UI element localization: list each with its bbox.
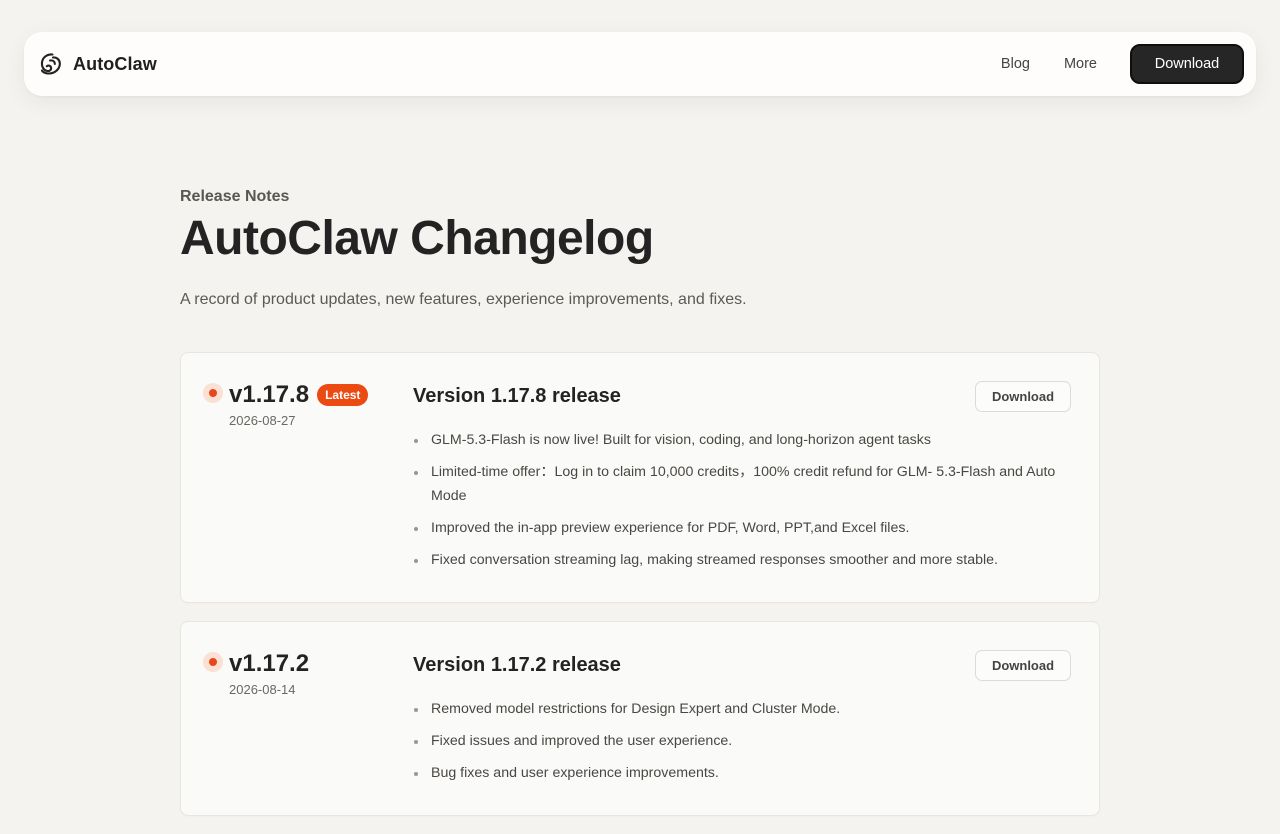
page-subtitle: A record of product updates, new feature… — [180, 291, 747, 308]
release-date: 2026-08-14 — [229, 682, 296, 697]
release-note-item: GLM-5.3-Flash is now live! Built for vis… — [413, 428, 1071, 452]
top-navbar: AutoClaw Blog More Download — [24, 32, 1256, 96]
autoclaw-logo-icon — [40, 53, 61, 75]
release-body: Version 1.17.2 release Download Removed … — [413, 650, 1071, 793]
release-title: Version 1.17.8 release — [413, 385, 621, 407]
release-card-v1-17-8: v1.17.8 Latest 2026-08-27 Version 1.17.8… — [180, 352, 1100, 603]
release-download-button[interactable]: Download — [975, 381, 1071, 412]
release-version: v1.17.8 — [229, 381, 310, 408]
release-download-button[interactable]: Download — [975, 650, 1071, 681]
changelog-intro: Release Notes AutoClaw Changelog A recor… — [180, 186, 1100, 311]
main-nav: Blog More Download — [984, 44, 1244, 84]
release-list: v1.17.8 Latest 2026-08-27 Version 1.17.8… — [180, 352, 1100, 834]
release-header: Version 1.17.2 release Download — [413, 650, 1071, 681]
brand-link[interactable]: AutoClaw — [38, 51, 157, 77]
release-note-item: Fixed issues and improved the user exper… — [413, 729, 1071, 753]
release-meta: v1.17.2 2026-08-14 — [181, 650, 413, 793]
release-notes-list: Removed model restrictions for Design Ex… — [413, 697, 1071, 785]
timeline-dot-icon — [203, 383, 223, 403]
release-card-v1-17-2: v1.17.2 2026-08-14 Version 1.17.2 releas… — [180, 621, 1100, 816]
release-note-item: Limited-time offer：Log in to claim 10,00… — [413, 460, 1071, 508]
timeline-dot-icon — [203, 652, 223, 672]
header-download-button[interactable]: Download — [1130, 44, 1244, 84]
release-note-item: Removed model restrictions for Design Ex… — [413, 697, 1071, 721]
release-note-item: Fixed conversation streaming lag, making… — [413, 548, 1071, 572]
release-meta: v1.17.8 Latest 2026-08-27 — [181, 381, 413, 580]
eyebrow-label: Release Notes — [180, 188, 290, 205]
page-title: AutoClaw Changelog — [180, 212, 654, 265]
release-note-item: Bug fixes and user experience improvemen… — [413, 761, 1071, 785]
latest-badge: Latest — [317, 384, 369, 406]
release-date: 2026-08-27 — [229, 413, 296, 428]
release-version: v1.17.2 — [229, 650, 310, 677]
release-header: Version 1.17.8 release Download — [413, 381, 1071, 412]
release-notes-list: GLM-5.3-Flash is now live! Built for vis… — [413, 428, 1071, 572]
nav-more-link[interactable]: More — [1047, 48, 1114, 80]
version-row: v1.17.8 Latest — [203, 381, 413, 409]
brand-name: AutoClaw — [73, 53, 157, 74]
release-body: Version 1.17.8 release Download GLM-5.3-… — [413, 381, 1071, 580]
release-note-item: Improved the in-app preview experience f… — [413, 516, 1071, 540]
version-row: v1.17.2 — [203, 650, 413, 678]
nav-blog-link[interactable]: Blog — [984, 48, 1047, 80]
release-title: Version 1.17.2 release — [413, 654, 621, 676]
